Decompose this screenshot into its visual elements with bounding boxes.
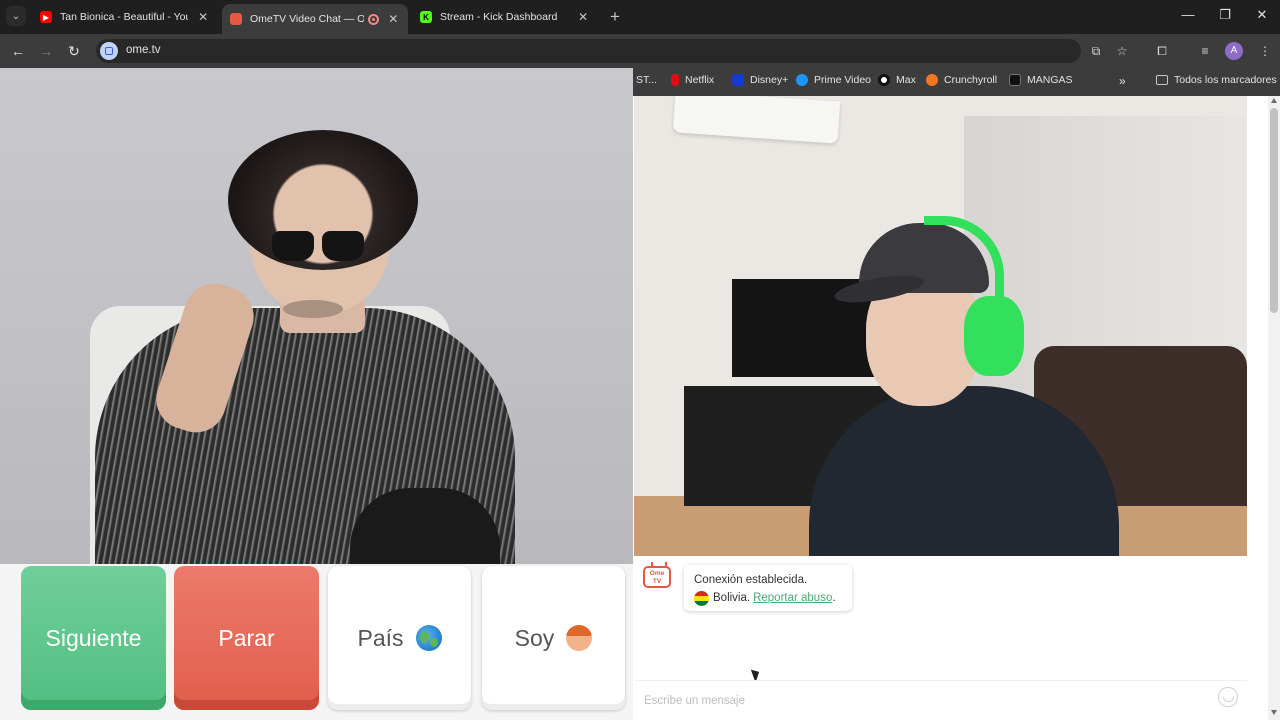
bookmark-label: Netflix: [685, 74, 715, 86]
stranger-video: [0, 68, 633, 564]
extensions-icon[interactable]: ⧠: [1153, 42, 1171, 60]
stop-button-label: Parar: [218, 624, 275, 651]
forward-icon[interactable]: →: [36, 41, 56, 61]
partner-country: Bolivia.: [713, 592, 751, 604]
mustache-shape: [283, 300, 343, 318]
tab-title: OmeTV Video Chat — OmeTV: [250, 13, 364, 25]
ometv-logo-icon: Ome TV: [643, 566, 671, 588]
scroll-down-icon[interactable]: [1271, 710, 1277, 715]
mangas-icon: [1009, 74, 1021, 86]
page-scrollbar[interactable]: [1268, 96, 1280, 720]
site-info-icon[interactable]: [100, 42, 118, 60]
bookmark-mangas[interactable]: MANGAS: [1009, 74, 1073, 86]
country-button[interactable]: País: [328, 566, 471, 710]
bookmark-disney[interactable]: Disney+: [732, 74, 788, 86]
tab-strip: ⌄ ▶ Tan Bionica - Beautiful - YouTube ✕ …: [0, 0, 1280, 34]
address-bar[interactable]: ome.tv: [96, 39, 1081, 63]
bookmark-netflix[interactable]: Netflix: [671, 74, 714, 86]
chat-panel: Ome TV Conexión establecida. Bolivia. Rep…: [634, 556, 1247, 720]
tab-youtube[interactable]: ▶ Tan Bionica - Beautiful - YouTube ✕: [32, 4, 218, 30]
folder-icon: [1156, 75, 1168, 85]
bookmarks-bar: ST... Netflix Disney+ Prime Video Max Cr…: [633, 68, 1280, 96]
sunglasses-shape: [272, 231, 367, 265]
all-bookmarks-label: Todos los marcadores: [1174, 74, 1277, 86]
ometv-icon: [230, 13, 242, 25]
tab-title: Stream - Kick Dashboard: [440, 11, 558, 23]
message-input[interactable]: [634, 680, 1247, 720]
back-icon[interactable]: ←: [8, 41, 28, 61]
headphone-shape: [964, 296, 1024, 376]
window-close-icon[interactable]: ✕: [1252, 7, 1272, 23]
new-tab-icon[interactable]: +: [606, 7, 624, 27]
all-bookmarks[interactable]: Todos los marcadores: [1156, 74, 1277, 86]
minimize-icon[interactable]: —: [1178, 7, 1198, 22]
connection-status: Conexión establecida.: [694, 574, 808, 586]
recording-icon: [367, 13, 379, 25]
emoji-icon[interactable]: [1218, 687, 1238, 707]
close-icon[interactable]: ✕: [387, 12, 400, 26]
browser-toolbar: ← → ↻ ome.tv ⧉ ☆ ⧠ ≡ ⋮: [0, 34, 1280, 68]
close-icon[interactable]: ✕: [196, 10, 210, 24]
max-icon: [878, 74, 890, 86]
bookmark-crunchyroll[interactable]: Crunchyroll: [926, 74, 997, 86]
profile-avatar[interactable]: A: [1225, 42, 1243, 60]
cast-icon[interactable]: ⧉: [1087, 42, 1105, 60]
next-button[interactable]: Siguiente: [21, 566, 166, 710]
air-conditioner-shape: [672, 96, 841, 144]
bookmark-label: Disney+: [750, 74, 789, 86]
bookmark-prime-video[interactable]: Prime Video: [796, 74, 871, 86]
reload-icon[interactable]: ↻: [64, 41, 84, 61]
tab-kick[interactable]: K Stream - Kick Dashboard ✕: [412, 4, 598, 30]
self-video: [634, 96, 1247, 556]
more-bookmarks-icon[interactable]: »: [1119, 74, 1126, 88]
stop-button[interactable]: Parar: [174, 566, 319, 710]
bolivia-flag-icon: [694, 590, 709, 606]
prime-video-icon: [796, 74, 808, 86]
gender-button[interactable]: Soy: [482, 566, 625, 710]
report-suffix: .: [832, 592, 836, 604]
star-icon[interactable]: ☆: [1113, 42, 1131, 60]
tab-ometv[interactable]: OmeTV Video Chat — OmeTV ✕: [222, 4, 408, 34]
system-message: Conexión establecida. Bolivia. Reportar …: [684, 565, 852, 611]
restore-icon[interactable]: ❐: [1215, 7, 1235, 23]
report-abuse-link[interactable]: Reportar abuso: [753, 589, 832, 607]
menu-icon[interactable]: ⋮: [1256, 42, 1274, 60]
close-icon[interactable]: ✕: [576, 10, 590, 24]
tab-search-chevron-icon[interactable]: ⌄: [6, 6, 26, 26]
next-button-label: Siguiente: [45, 624, 142, 651]
bookmark-label: ST...: [636, 74, 658, 86]
kick-icon: K: [420, 11, 432, 23]
country-button-label: País: [357, 624, 404, 651]
bookmark-label: Prime Video: [814, 74, 872, 86]
bookmark-label: Max: [896, 74, 916, 86]
gender-button-label: Soy: [514, 624, 555, 651]
url-text: ome.tv: [126, 44, 161, 56]
person-icon: [566, 625, 593, 651]
scroll-up-icon[interactable]: [1271, 98, 1277, 103]
disney-icon: [732, 74, 744, 86]
bookmark-item[interactable]: ST...: [636, 74, 657, 86]
control-buttons: Siguiente Parar País Soy: [0, 564, 633, 720]
crunchyroll-icon: [926, 74, 938, 86]
youtube-icon: ▶: [40, 11, 52, 23]
scroll-thumb[interactable]: [1270, 108, 1278, 313]
bookmark-label: Crunchyroll: [944, 74, 998, 86]
ometv-page: Siguiente Parar País Soy ST... Netflix D…: [0, 68, 1280, 720]
media-controls-icon[interactable]: ≡: [1196, 42, 1214, 60]
netflix-icon: [671, 74, 679, 86]
tab-title: Tan Bionica - Beautiful - YouTube: [60, 11, 188, 23]
globe-icon: [415, 625, 442, 651]
bookmark-label: MANGAS: [1027, 74, 1073, 86]
bookmark-max[interactable]: Max: [878, 74, 916, 86]
